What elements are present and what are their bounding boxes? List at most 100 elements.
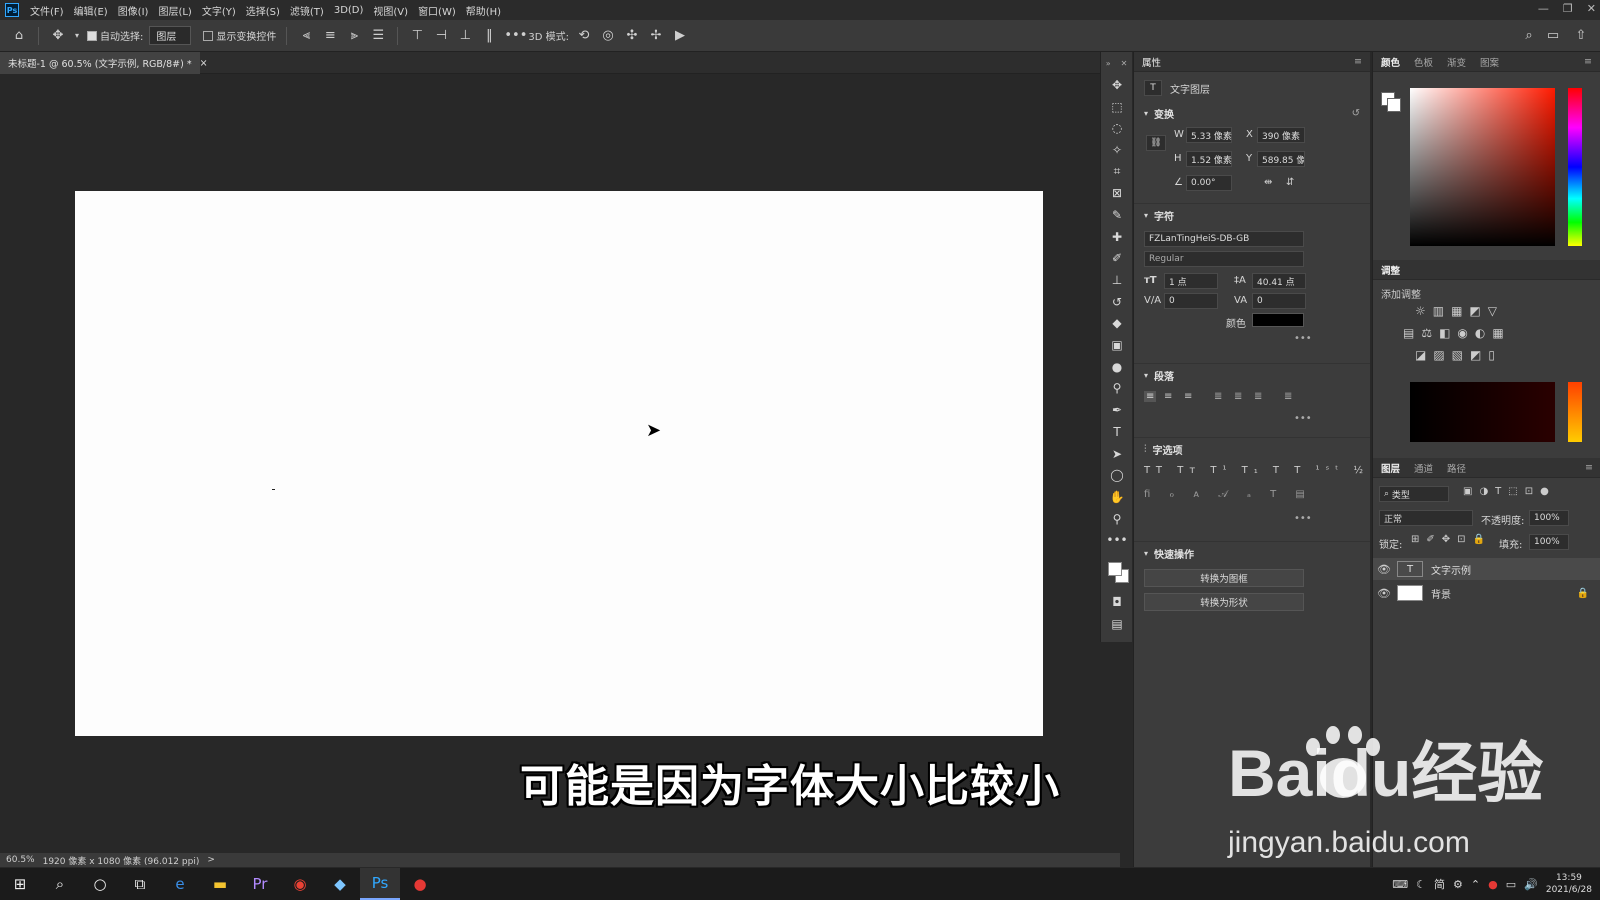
search-icon[interactable]: ⌕ xyxy=(1520,28,1538,43)
hand-tool-icon[interactable]: ✋ xyxy=(1101,486,1133,508)
flip-vertical-icon[interactable]: ⇵ xyxy=(1286,177,1294,188)
path-selection-tool-icon[interactable]: ➤ xyxy=(1101,443,1133,465)
close-tab-icon[interactable]: × xyxy=(200,58,208,69)
menu-image[interactable]: 图像(I) xyxy=(113,3,154,18)
tracking-field[interactable]: 0 xyxy=(1252,293,1306,309)
tab-patterns[interactable]: 图案 xyxy=(1480,55,1499,69)
more-type-options-icon[interactable]: ••• xyxy=(1294,513,1312,524)
align-bottom-icon[interactable]: ⊥ xyxy=(456,28,474,43)
status-zoom[interactable]: 60.5% xyxy=(6,855,35,865)
checkbox-unchecked-icon[interactable] xyxy=(203,30,214,41)
recorder-icon[interactable]: ● xyxy=(400,868,440,900)
volume-icon[interactable]: 🔊 xyxy=(1524,878,1538,891)
adjustment-icons-row3[interactable]: ◪▨▧◩▯ xyxy=(1415,348,1502,362)
close-window-icon[interactable]: ✕ xyxy=(1587,2,1596,15)
checkbox-checked-icon[interactable] xyxy=(87,30,97,41)
align-right-icon[interactable]: ⫸ xyxy=(345,28,363,43)
more-tools-icon[interactable]: ••• xyxy=(1101,529,1133,551)
foreground-color-swatch[interactable] xyxy=(1108,562,1122,577)
properties-tab[interactable]: 属性 ≡ xyxy=(1134,52,1370,72)
chevron-down-icon[interactable]: ▾ xyxy=(73,31,81,40)
3d-slide-icon[interactable]: ✢ xyxy=(647,28,665,43)
align-center-h-icon[interactable]: ≡ xyxy=(321,28,339,43)
lasso-tool-icon[interactable]: ◌ xyxy=(1101,117,1133,139)
eye-icon[interactable]: 👁 xyxy=(1373,563,1395,576)
angle-field[interactable]: 0.00° xyxy=(1186,175,1232,191)
layer-filter-icons[interactable]: ▣◑T⬚⊡● xyxy=(1463,486,1556,497)
clock[interactable]: 13:59 2021/6/28 xyxy=(1546,872,1592,896)
menu-edit[interactable]: 编辑(E) xyxy=(69,3,113,18)
text-color-swatch[interactable] xyxy=(1252,313,1304,327)
kerning-field[interactable]: 0 xyxy=(1164,293,1218,309)
ime-indicator[interactable]: 简 xyxy=(1434,876,1445,892)
ellipse-tool-icon[interactable]: ◯ xyxy=(1101,464,1133,486)
screen-mode-icon[interactable]: ▤ xyxy=(1101,613,1133,635)
eraser-tool-icon[interactable]: ◆ xyxy=(1101,313,1133,335)
convert-to-frame-button[interactable]: 转换为图框 xyxy=(1144,569,1304,587)
dodge-tool-icon[interactable]: ⚲ xyxy=(1101,378,1133,400)
width-field[interactable]: 5.33 像素 xyxy=(1186,127,1232,143)
close-icon[interactable]: ✕ xyxy=(1121,59,1128,68)
tab-paths[interactable]: 路径 xyxy=(1447,461,1466,475)
workspace-icon[interactable]: ▭ xyxy=(1544,28,1562,43)
more-character-icon[interactable]: ••• xyxy=(1294,333,1312,344)
menu-layer[interactable]: 图层(L) xyxy=(153,3,196,18)
network-icon[interactable]: ▭ xyxy=(1506,878,1516,891)
status-arrow-icon[interactable]: > xyxy=(207,855,215,865)
document-tab[interactable]: 未标题-1 @ 60.5% (文字示例, RGB/8#) * × xyxy=(0,52,208,74)
menu-help[interactable]: 帮助(H) xyxy=(461,3,506,18)
3d-orbit-icon[interactable]: ⟲ xyxy=(575,28,593,43)
adjustment-icons-row1[interactable]: ☼▥▦◩▽ xyxy=(1415,304,1504,318)
justify-all-icon[interactable]: ≣ xyxy=(1284,391,1292,402)
record-tray-icon[interactable]: ● xyxy=(1488,878,1498,891)
more-options-icon[interactable]: ••• xyxy=(504,28,527,43)
cortana-icon[interactable]: ○ xyxy=(80,868,120,900)
moon-icon[interactable]: ☾ xyxy=(1416,878,1426,891)
share-icon[interactable]: ⇧ xyxy=(1572,28,1590,43)
collapse-icon[interactable]: » xyxy=(1106,59,1111,68)
edge-icon[interactable]: e xyxy=(160,868,200,900)
restore-icon[interactable]: ❐ xyxy=(1563,2,1573,15)
eyedropper-tool-icon[interactable]: ✎ xyxy=(1101,204,1133,226)
history-brush-tool-icon[interactable]: ↺ xyxy=(1101,291,1133,313)
distribute-v-icon[interactable]: ‖ xyxy=(480,28,498,43)
link-icon[interactable]: ⛓ xyxy=(1146,135,1166,151)
3d-camera-icon[interactable]: ▶ xyxy=(671,28,689,43)
lock-icons[interactable]: ⊞✐✥⊡🔒 xyxy=(1411,534,1492,545)
tray-up-icon[interactable]: ⌃ xyxy=(1471,878,1480,891)
layer-name[interactable]: 文字示例 xyxy=(1431,562,1471,577)
quick-mask-icon[interactable]: ◘ xyxy=(1101,591,1133,613)
transform-header[interactable]: ▾ 变换 ↺ xyxy=(1134,104,1370,123)
y-field[interactable]: 589.85 像素 xyxy=(1257,151,1305,167)
settings-icon[interactable]: ⚙ xyxy=(1453,878,1463,891)
type-tool-icon[interactable]: T xyxy=(1101,421,1133,443)
healing-brush-tool-icon[interactable]: ✚ xyxy=(1101,226,1133,248)
file-explorer-icon[interactable]: ▬ xyxy=(200,868,240,900)
font-family-dropdown[interactable]: FZLanTingHeiS-DB-GB xyxy=(1144,231,1304,247)
brush-tool-icon[interactable]: ✐ xyxy=(1101,248,1133,270)
font-size-field[interactable]: 1 点 xyxy=(1164,273,1218,289)
x-field[interactable]: 390 像素 xyxy=(1257,127,1305,143)
search-icon[interactable]: ⌕ xyxy=(40,868,80,900)
show-transform-checkbox[interactable]: 显示变换控件 xyxy=(203,28,276,43)
task-view-icon[interactable]: ⧉ xyxy=(120,868,160,900)
character-header[interactable]: ▾ 字符 xyxy=(1134,203,1370,227)
tab-adjustments[interactable]: 调整 xyxy=(1381,263,1400,277)
quick-actions-header[interactable]: ▾ 快速操作 xyxy=(1134,541,1370,565)
crop-tool-icon[interactable]: ⌗ xyxy=(1101,161,1133,183)
tab-layers[interactable]: 图层 xyxy=(1381,461,1400,475)
frame-tool-icon[interactable]: ⊠ xyxy=(1101,182,1133,204)
align-left-icon[interactable]: ⫷ xyxy=(297,28,315,43)
auto-select-checkbox[interactable]: 自动选择: xyxy=(87,28,143,43)
menu-view[interactable]: 视图(V) xyxy=(368,3,413,18)
zoom-tool-icon[interactable]: ⚲ xyxy=(1101,508,1133,530)
tab-color[interactable]: 颜色 xyxy=(1381,55,1400,69)
convert-to-shape-button[interactable]: 转换为形状 xyxy=(1144,593,1304,611)
color-preview[interactable] xyxy=(1410,382,1555,442)
align-middle-icon[interactable]: ⊣ xyxy=(432,28,450,43)
hue-slider[interactable] xyxy=(1568,88,1582,246)
justify-left-icon[interactable]: ≣ xyxy=(1214,391,1222,402)
chrome-icon[interactable]: ◉ xyxy=(280,868,320,900)
align-right-text-icon[interactable]: ≡ xyxy=(1184,391,1192,402)
app-icon[interactable]: ◆ xyxy=(320,868,360,900)
